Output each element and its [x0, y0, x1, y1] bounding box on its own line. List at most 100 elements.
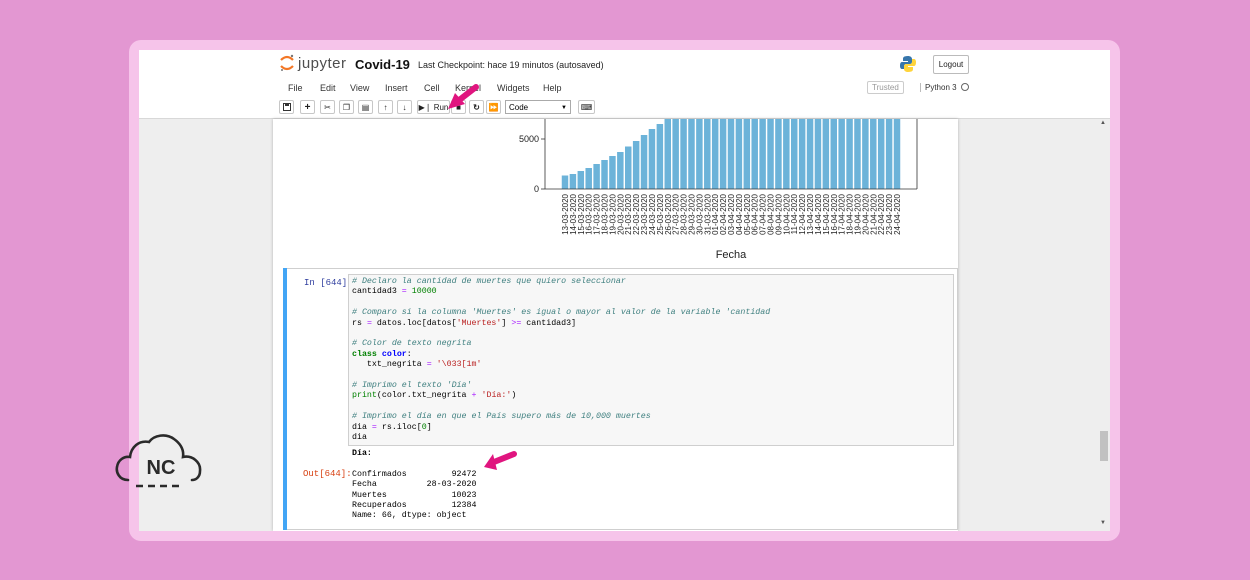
chart-bar — [862, 119, 869, 189]
chart-bar — [664, 119, 672, 189]
annotation-arrow-icon — [484, 451, 517, 470]
plus-icon: + — [304, 102, 311, 113]
y-tick-label: 0 — [534, 184, 539, 194]
code-comment: # Imprimo el día en que el País supero m… — [352, 412, 651, 422]
input-prompt: In [644]: — [304, 278, 353, 288]
menu-file[interactable]: File — [288, 83, 303, 93]
scrollbar-thumb[interactable] — [1100, 431, 1108, 461]
chart-bar — [711, 119, 719, 189]
paste-button[interactable]: ▤ — [358, 100, 373, 114]
code-token: : — [406, 349, 412, 359]
output-row: Recuperados 12384 — [352, 501, 477, 511]
chart-bar — [569, 174, 577, 189]
copy-icon: ❐ — [342, 103, 351, 112]
code-token: dia — [352, 422, 372, 432]
chart-bar — [798, 119, 806, 189]
jupyter-logo-icon — [280, 54, 294, 71]
code-class-name: color — [381, 349, 407, 359]
menu-view[interactable]: View — [350, 83, 369, 93]
logout-button[interactable]: Logout — [933, 55, 969, 74]
code-string: '\033[1m' — [436, 360, 482, 370]
code-keyword: class — [352, 349, 377, 359]
code-operator: = — [426, 360, 432, 370]
code-token: cantidad3 — [352, 287, 402, 297]
code-text[interactable]: # Declaro la cantidad de muertes que qui… — [352, 277, 770, 444]
move-up-button[interactable]: ↑ — [378, 100, 393, 114]
notebook-title[interactable]: Covid-19 — [355, 57, 410, 72]
chart-bar — [688, 119, 695, 189]
chart-bar — [854, 119, 861, 189]
chart-bar — [767, 119, 774, 189]
keyboard-icon: ⌨ — [580, 103, 593, 112]
chart-bar — [830, 119, 838, 189]
selected-cell-indicator — [283, 268, 287, 530]
code-token: ] — [426, 422, 432, 432]
save-icon — [282, 103, 291, 111]
jupyter-logo-text: jupyter — [298, 54, 347, 72]
scroll-up-arrow-icon[interactable]: ▲ — [1100, 120, 1106, 126]
output-prompt: Out[644]: — [303, 469, 352, 479]
chart-bar — [775, 119, 782, 189]
output-row: Muertes 10023 — [352, 490, 477, 500]
jupyter-logo[interactable]: jupyter — [280, 54, 347, 72]
arrow-up-icon: ↑ — [383, 103, 388, 112]
chevron-down-icon: ▼ — [561, 105, 567, 111]
notebook-header: jupyter Covid-19 Last Checkpoint: hace 1… — [139, 50, 1110, 119]
chart-bar — [585, 168, 592, 189]
menu-insert[interactable]: Insert — [385, 83, 408, 93]
x-axis-label: Fecha — [716, 249, 747, 261]
chart-bar — [577, 171, 585, 189]
cut-button[interactable]: ✂ — [320, 100, 335, 114]
chart-bar — [838, 119, 845, 189]
code-token: ) — [511, 391, 517, 401]
chart-bar — [696, 119, 703, 189]
browser-window: jupyter Covid-19 Last Checkpoint: hace 1… — [139, 50, 1110, 531]
chart-bar — [593, 164, 600, 189]
code-token: datos.loc[datos[ — [371, 318, 457, 328]
fast-forward-icon: ⏩ — [488, 103, 499, 112]
code-token: ] — [501, 318, 512, 328]
chart-bar — [727, 119, 735, 189]
chart-bar — [885, 119, 893, 189]
code-string: 'Muertes' — [456, 318, 502, 328]
chart-bar — [814, 119, 822, 189]
y-tick-label: 5000 — [519, 134, 539, 144]
menu-widgets[interactable]: Widgets — [497, 83, 530, 93]
chart-bar — [719, 119, 727, 189]
output-row: Confirmados 92472 — [352, 469, 477, 479]
chart-bar — [561, 175, 569, 189]
paste-icon: ▤ — [361, 103, 370, 112]
cut-icon: ✂ — [324, 103, 331, 112]
chart-bar — [790, 119, 798, 189]
code-string: 'Día:' — [481, 391, 512, 401]
scroll-down-arrow-icon[interactable]: ▼ — [1100, 520, 1106, 526]
menu-help[interactable]: Help — [543, 83, 562, 93]
chart-bar — [640, 135, 648, 189]
output-row: Fecha 28-03-2020 — [352, 480, 477, 490]
restart-run-all-button[interactable]: ⏩ — [486, 100, 501, 114]
code-builtin: print — [352, 391, 377, 401]
menu-edit[interactable]: Edit — [320, 83, 336, 93]
insert-cell-button[interactable]: + — [300, 100, 315, 114]
chart-bar — [806, 119, 814, 189]
code-token: cantidad3] — [521, 318, 577, 328]
move-down-button[interactable]: ↓ — [397, 100, 412, 114]
chart-bar — [704, 119, 711, 189]
menu-cell[interactable]: Cell — [424, 83, 440, 93]
save-button[interactable] — [279, 100, 294, 114]
chart-bar — [822, 119, 830, 189]
python-logo-icon — [900, 56, 916, 72]
chart-bar — [846, 119, 853, 189]
cell-type-select[interactable]: Code ▼ — [505, 100, 571, 114]
command-palette-button[interactable]: ⌨ — [578, 100, 595, 114]
chart-bar — [656, 124, 664, 189]
chart-bar — [624, 146, 632, 189]
run-icon: ▶❘ — [418, 103, 432, 112]
deaths-bar-chart: 13-03-202014-03-202015-03-202016-03-2020… — [519, 119, 918, 261]
copy-button[interactable]: ❐ — [339, 100, 354, 114]
chart-bar — [751, 119, 758, 189]
cell-output: Día: Confirmados 92472 Fecha 28-03-2020 … — [352, 449, 476, 522]
arrow-down-icon: ↓ — [402, 103, 407, 112]
trusted-badge[interactable]: Trusted — [867, 81, 904, 94]
code-operator: = — [401, 287, 407, 297]
